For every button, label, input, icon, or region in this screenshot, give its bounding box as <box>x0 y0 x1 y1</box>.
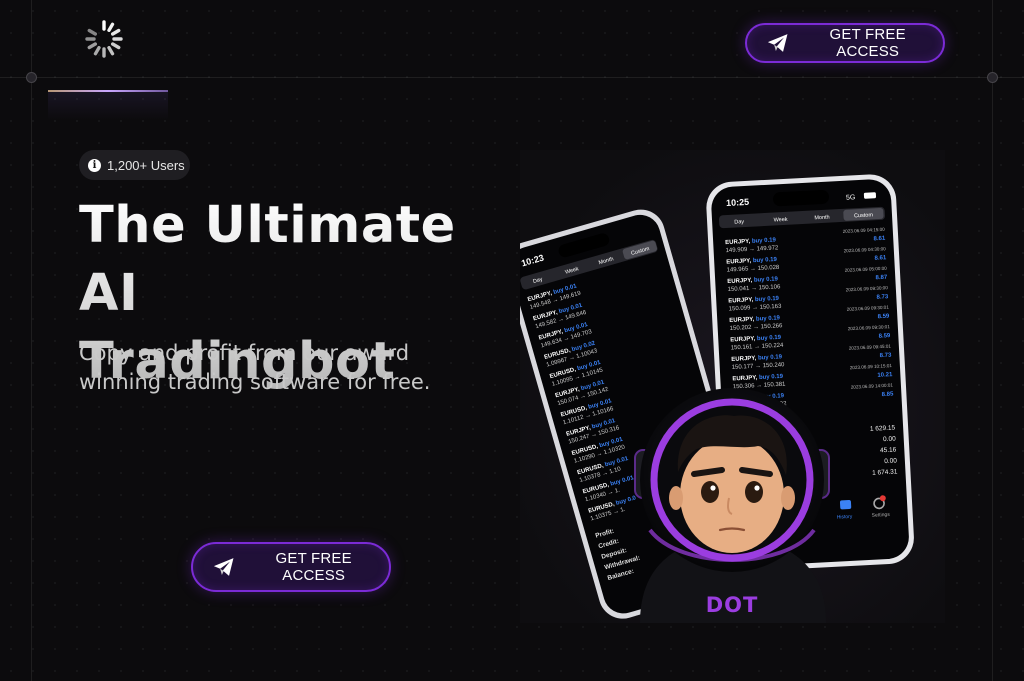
front-phone-network: 5G <box>846 194 856 201</box>
spinner-icon <box>85 20 123 58</box>
summary-value: 1 674.31 <box>872 468 898 476</box>
nav-indicator-glow <box>48 92 168 120</box>
info-icon: i <box>88 158 101 172</box>
summary-value: 45.16 <box>880 446 897 454</box>
eye-left-shine <box>710 485 716 491</box>
hero-cta-label: GET FREE ACCESS <box>275 550 352 584</box>
summary-value: 0.00 <box>884 457 897 465</box>
summary-value: 0.00 <box>883 435 896 443</box>
frame-line-top <box>0 77 1024 78</box>
users-badge: i 1,200+ Users <box>79 150 190 180</box>
loading-spinner-logo[interactable] <box>84 19 124 59</box>
title-line-1: The Ultimate AI <box>79 196 456 323</box>
history-tab-label: History <box>837 514 853 521</box>
front-phone-time: 10:25 <box>726 197 750 208</box>
hero-get-access-button[interactable]: GET FREE ACCESS <box>191 542 391 592</box>
mascot-chest-label: DOT <box>706 593 759 617</box>
paper-plane-icon <box>213 558 234 576</box>
paper-plane-icon <box>767 34 788 52</box>
history-tab-icon <box>839 499 852 510</box>
frame-line-right <box>992 0 993 681</box>
trade-profit: 8.87 <box>875 275 888 282</box>
front-phone-tab: Month <box>814 215 830 222</box>
trade-profit: 8.73 <box>876 294 889 301</box>
trade-profit: 8.85 <box>882 391 895 398</box>
eyebrow-left <box>691 467 725 477</box>
front-phone-tab: Custom <box>854 212 874 219</box>
frame-line-left <box>31 0 32 681</box>
hero-illustration: 10:23 DayWeekMonthCustom EURJPY, buy 0.0… <box>520 150 945 623</box>
trade-profit: 8.61 <box>873 236 886 243</box>
astronaut-mascot: DOT <box>634 388 830 623</box>
summary-value: 1 629.15 <box>870 424 896 432</box>
header-cta-label: GET FREE ACCESS <box>829 26 906 60</box>
trade-profit: 8.59 <box>879 333 892 340</box>
settings-tab-label: Settings <box>872 512 891 519</box>
battery-icon <box>863 192 877 199</box>
eye-left <box>701 481 719 503</box>
eye-right <box>745 481 763 503</box>
frame-node-right <box>987 72 998 83</box>
frame-node-left <box>26 72 37 83</box>
eyebrow-right <box>739 467 773 477</box>
front-phone-tab: Week <box>773 217 788 224</box>
trade-profit: 10.21 <box>877 372 893 379</box>
hero-subtitle: Copy and profit from our award winning t… <box>79 341 431 394</box>
front-phone-tab: Day <box>734 219 744 226</box>
mascot-ear-left <box>669 486 683 510</box>
mascot-ear-right <box>781 486 795 510</box>
header-get-access-button[interactable]: GET FREE ACCESS <box>745 23 945 63</box>
eye-right-shine <box>754 485 760 491</box>
mascot-face <box>680 437 784 553</box>
trade-profit: 8.73 <box>880 353 893 360</box>
trade-profit: 8.59 <box>877 314 890 321</box>
users-badge-text: 1,200+ Users <box>107 157 185 173</box>
front-phone-notch <box>773 189 829 207</box>
trade-profit: 8.61 <box>874 255 887 262</box>
